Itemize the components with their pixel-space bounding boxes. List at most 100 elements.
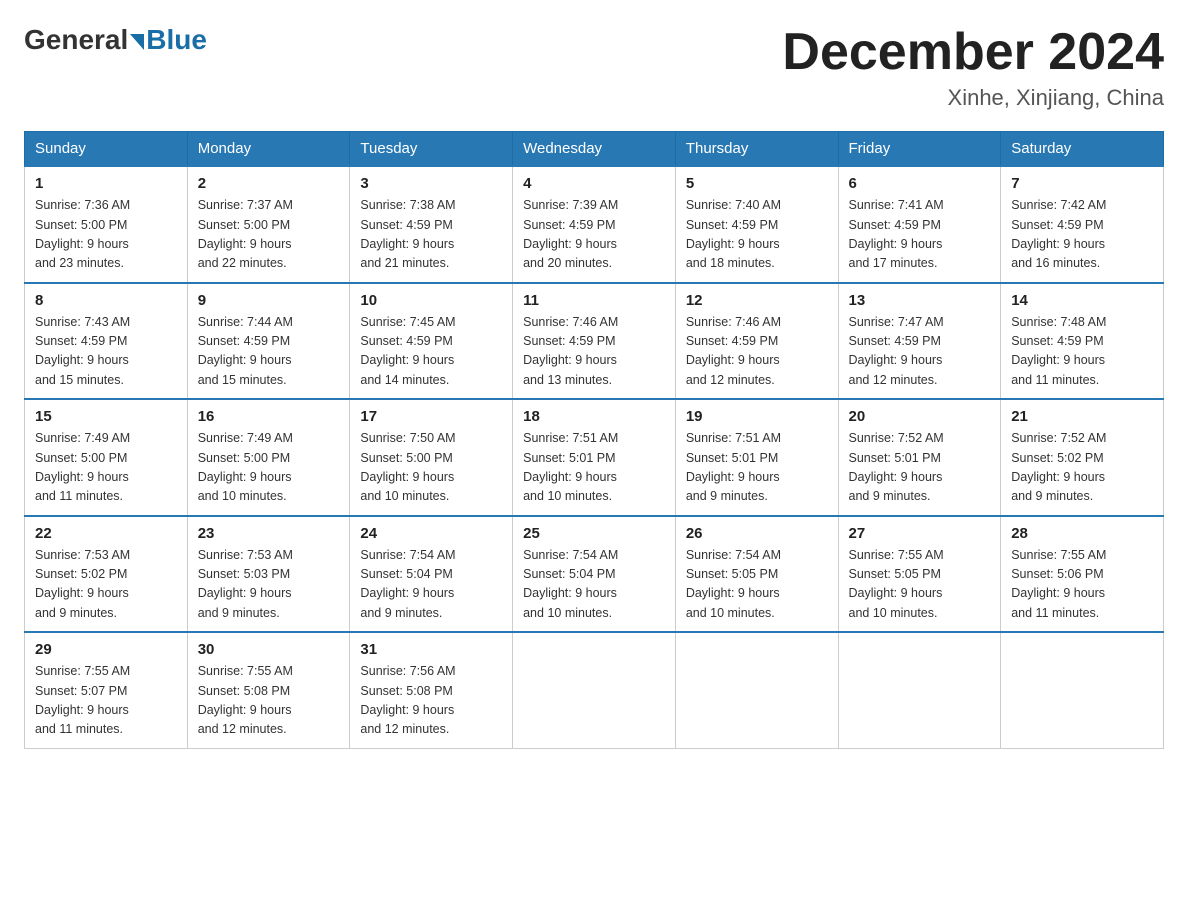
table-row: 29 Sunrise: 7:55 AMSunset: 5:07 PMDaylig…: [25, 632, 188, 748]
calendar-week-row: 15 Sunrise: 7:49 AMSunset: 5:00 PMDaylig…: [25, 399, 1164, 516]
day-info: Sunrise: 7:55 AMSunset: 5:08 PMDaylight:…: [198, 664, 293, 736]
day-number: 19: [686, 408, 828, 425]
table-row: 27 Sunrise: 7:55 AMSunset: 5:05 PMDaylig…: [838, 516, 1001, 633]
day-info: Sunrise: 7:54 AMSunset: 5:05 PMDaylight:…: [686, 548, 781, 620]
day-number: 10: [360, 292, 502, 309]
day-info: Sunrise: 7:56 AMSunset: 5:08 PMDaylight:…: [360, 664, 455, 736]
calendar-week-row: 1 Sunrise: 7:36 AMSunset: 5:00 PMDayligh…: [25, 166, 1164, 283]
day-number: 21: [1011, 408, 1153, 425]
day-number: 13: [849, 292, 991, 309]
day-info: Sunrise: 7:36 AMSunset: 5:00 PMDaylight:…: [35, 198, 130, 270]
day-info: Sunrise: 7:49 AMSunset: 5:00 PMDaylight:…: [198, 431, 293, 503]
day-info: Sunrise: 7:50 AMSunset: 5:00 PMDaylight:…: [360, 431, 455, 503]
day-info: Sunrise: 7:55 AMSunset: 5:07 PMDaylight:…: [35, 664, 130, 736]
day-number: 26: [686, 525, 828, 542]
table-row: 8 Sunrise: 7:43 AMSunset: 4:59 PMDayligh…: [25, 283, 188, 400]
table-row: 15 Sunrise: 7:49 AMSunset: 5:00 PMDaylig…: [25, 399, 188, 516]
table-row: 2 Sunrise: 7:37 AMSunset: 5:00 PMDayligh…: [187, 166, 350, 283]
day-number: 31: [360, 641, 502, 658]
day-number: 25: [523, 525, 665, 542]
table-row: 22 Sunrise: 7:53 AMSunset: 5:02 PMDaylig…: [25, 516, 188, 633]
day-info: Sunrise: 7:40 AMSunset: 4:59 PMDaylight:…: [686, 198, 781, 270]
table-row: 9 Sunrise: 7:44 AMSunset: 4:59 PMDayligh…: [187, 283, 350, 400]
day-number: 18: [523, 408, 665, 425]
calendar-day-header: Monday: [187, 132, 350, 167]
day-number: 6: [849, 175, 991, 192]
table-row: 28 Sunrise: 7:55 AMSunset: 5:06 PMDaylig…: [1001, 516, 1164, 633]
table-row: 26 Sunrise: 7:54 AMSunset: 5:05 PMDaylig…: [675, 516, 838, 633]
table-row: 13 Sunrise: 7:47 AMSunset: 4:59 PMDaylig…: [838, 283, 1001, 400]
calendar-week-row: 29 Sunrise: 7:55 AMSunset: 5:07 PMDaylig…: [25, 632, 1164, 748]
table-row: 14 Sunrise: 7:48 AMSunset: 4:59 PMDaylig…: [1001, 283, 1164, 400]
day-info: Sunrise: 7:55 AMSunset: 5:06 PMDaylight:…: [1011, 548, 1106, 620]
table-row: 6 Sunrise: 7:41 AMSunset: 4:59 PMDayligh…: [838, 166, 1001, 283]
day-info: Sunrise: 7:54 AMSunset: 5:04 PMDaylight:…: [360, 548, 455, 620]
table-row: 24 Sunrise: 7:54 AMSunset: 5:04 PMDaylig…: [350, 516, 513, 633]
day-info: Sunrise: 7:44 AMSunset: 4:59 PMDaylight:…: [198, 315, 293, 387]
logo-arrow-icon: [130, 34, 144, 50]
calendar-day-header: Wednesday: [513, 132, 676, 167]
table-row: 19 Sunrise: 7:51 AMSunset: 5:01 PMDaylig…: [675, 399, 838, 516]
day-number: 14: [1011, 292, 1153, 309]
day-info: Sunrise: 7:47 AMSunset: 4:59 PMDaylight:…: [849, 315, 944, 387]
table-row: 5 Sunrise: 7:40 AMSunset: 4:59 PMDayligh…: [675, 166, 838, 283]
day-info: Sunrise: 7:41 AMSunset: 4:59 PMDaylight:…: [849, 198, 944, 270]
day-info: Sunrise: 7:42 AMSunset: 4:59 PMDaylight:…: [1011, 198, 1106, 270]
table-row: [1001, 632, 1164, 748]
table-row: [513, 632, 676, 748]
table-row: 10 Sunrise: 7:45 AMSunset: 4:59 PMDaylig…: [350, 283, 513, 400]
day-info: Sunrise: 7:38 AMSunset: 4:59 PMDaylight:…: [360, 198, 455, 270]
table-row: 4 Sunrise: 7:39 AMSunset: 4:59 PMDayligh…: [513, 166, 676, 283]
day-number: 7: [1011, 175, 1153, 192]
logo-general-text: General: [24, 24, 128, 56]
day-info: Sunrise: 7:53 AMSunset: 5:03 PMDaylight:…: [198, 548, 293, 620]
day-info: Sunrise: 7:43 AMSunset: 4:59 PMDaylight:…: [35, 315, 130, 387]
table-row: 31 Sunrise: 7:56 AMSunset: 5:08 PMDaylig…: [350, 632, 513, 748]
title-block: December 2024 Xinhe, Xinjiang, China: [782, 24, 1164, 111]
day-number: 1: [35, 175, 177, 192]
day-number: 24: [360, 525, 502, 542]
table-row: 12 Sunrise: 7:46 AMSunset: 4:59 PMDaylig…: [675, 283, 838, 400]
table-row: 18 Sunrise: 7:51 AMSunset: 5:01 PMDaylig…: [513, 399, 676, 516]
day-number: 28: [1011, 525, 1153, 542]
calendar-day-header: Sunday: [25, 132, 188, 167]
day-number: 2: [198, 175, 340, 192]
day-number: 15: [35, 408, 177, 425]
day-info: Sunrise: 7:55 AMSunset: 5:05 PMDaylight:…: [849, 548, 944, 620]
day-info: Sunrise: 7:53 AMSunset: 5:02 PMDaylight:…: [35, 548, 130, 620]
table-row: 21 Sunrise: 7:52 AMSunset: 5:02 PMDaylig…: [1001, 399, 1164, 516]
logo: General Blue: [24, 24, 207, 56]
calendar-day-header: Tuesday: [350, 132, 513, 167]
day-info: Sunrise: 7:46 AMSunset: 4:59 PMDaylight:…: [523, 315, 618, 387]
day-number: 29: [35, 641, 177, 658]
day-number: 23: [198, 525, 340, 542]
table-row: 1 Sunrise: 7:36 AMSunset: 5:00 PMDayligh…: [25, 166, 188, 283]
page-header: General Blue December 2024 Xinhe, Xinjia…: [24, 24, 1164, 111]
calendar-day-header: Thursday: [675, 132, 838, 167]
calendar-day-header: Saturday: [1001, 132, 1164, 167]
day-number: 11: [523, 292, 665, 309]
calendar-week-row: 22 Sunrise: 7:53 AMSunset: 5:02 PMDaylig…: [25, 516, 1164, 633]
table-row: [838, 632, 1001, 748]
calendar-week-row: 8 Sunrise: 7:43 AMSunset: 4:59 PMDayligh…: [25, 283, 1164, 400]
day-number: 12: [686, 292, 828, 309]
table-row: 17 Sunrise: 7:50 AMSunset: 5:00 PMDaylig…: [350, 399, 513, 516]
day-info: Sunrise: 7:52 AMSunset: 5:01 PMDaylight:…: [849, 431, 944, 503]
day-number: 4: [523, 175, 665, 192]
logo-blue-text: Blue: [146, 24, 207, 56]
table-row: [675, 632, 838, 748]
day-number: 9: [198, 292, 340, 309]
day-info: Sunrise: 7:39 AMSunset: 4:59 PMDaylight:…: [523, 198, 618, 270]
month-title: December 2024: [782, 24, 1164, 81]
location-title: Xinhe, Xinjiang, China: [782, 85, 1164, 111]
calendar-table: SundayMondayTuesdayWednesdayThursdayFrid…: [24, 131, 1164, 749]
day-info: Sunrise: 7:45 AMSunset: 4:59 PMDaylight:…: [360, 315, 455, 387]
day-info: Sunrise: 7:51 AMSunset: 5:01 PMDaylight:…: [686, 431, 781, 503]
day-info: Sunrise: 7:46 AMSunset: 4:59 PMDaylight:…: [686, 315, 781, 387]
day-number: 30: [198, 641, 340, 658]
table-row: 11 Sunrise: 7:46 AMSunset: 4:59 PMDaylig…: [513, 283, 676, 400]
day-number: 3: [360, 175, 502, 192]
table-row: 25 Sunrise: 7:54 AMSunset: 5:04 PMDaylig…: [513, 516, 676, 633]
table-row: 30 Sunrise: 7:55 AMSunset: 5:08 PMDaylig…: [187, 632, 350, 748]
day-info: Sunrise: 7:37 AMSunset: 5:00 PMDaylight:…: [198, 198, 293, 270]
